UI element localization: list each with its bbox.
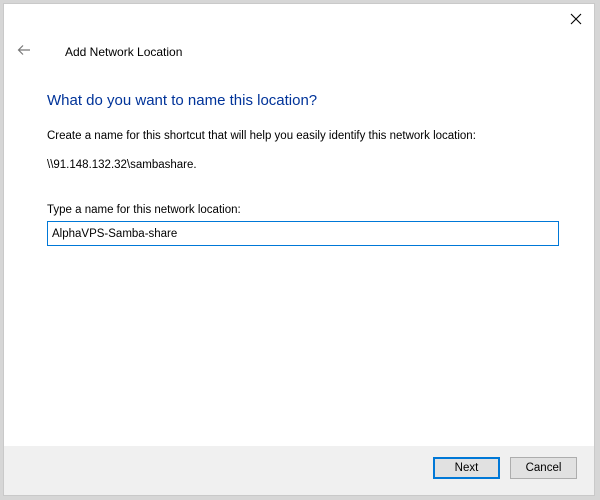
name-field-label: Type a name for this network location: (47, 204, 241, 216)
location-name-input[interactable] (47, 221, 559, 246)
close-icon (570, 12, 582, 30)
dialog-title: Add Network Location (65, 45, 183, 59)
add-network-location-dialog: Add Network Location What do you want to… (3, 3, 595, 496)
back-arrow-icon (17, 43, 31, 61)
description-text: Create a name for this shortcut that wil… (47, 130, 476, 142)
cancel-button[interactable]: Cancel (510, 457, 577, 479)
dialog-footer: Next Cancel (4, 446, 594, 495)
next-button[interactable]: Next (433, 457, 500, 479)
network-path-text: \\91.148.132.32\sambashare. (47, 159, 197, 171)
close-button[interactable] (562, 8, 590, 34)
page-heading: What do you want to name this location? (47, 92, 318, 109)
back-button[interactable] (13, 41, 35, 63)
